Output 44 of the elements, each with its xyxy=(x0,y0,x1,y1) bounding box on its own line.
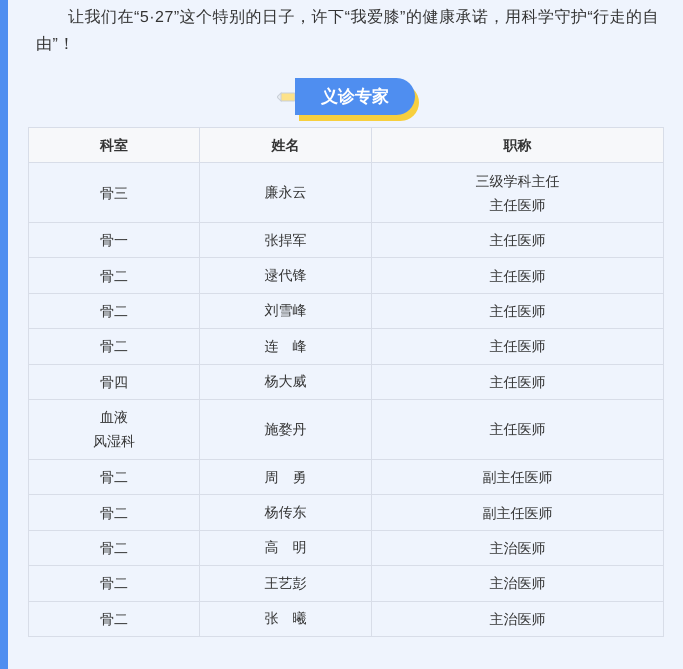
cell-text: 廉永云 xyxy=(264,184,306,200)
cell-text: 主治医师 xyxy=(490,574,546,592)
cell-text: 逯代锋 xyxy=(264,267,306,284)
cell-text: 骨一 xyxy=(100,231,128,250)
section-title: 义诊专家 xyxy=(295,78,415,115)
cell-text: 副主任医师 xyxy=(482,504,552,522)
cell-text: 连 峰 xyxy=(264,338,306,354)
cell-text: 主任医师 xyxy=(490,231,546,250)
cell-text: 主任医师 xyxy=(490,420,546,438)
cell-text: 风湿科 xyxy=(93,432,135,450)
cell-text: 刘雪峰 xyxy=(264,302,306,318)
pencil-icon xyxy=(277,90,297,104)
cell-text: 杨传东 xyxy=(264,504,306,520)
cell-text: 血液 xyxy=(100,408,128,426)
cell-text: 骨二 xyxy=(100,538,128,557)
cell-text: 骨二 xyxy=(100,302,128,320)
cell-text: 骨二 xyxy=(100,266,128,285)
cell-text: 主任医师 xyxy=(490,266,546,285)
cell-text: 骨二 xyxy=(100,610,128,628)
cell-text: 主任医师 xyxy=(490,302,546,320)
cell-text: 骨二 xyxy=(100,468,128,486)
cell-text: 骨二 xyxy=(100,574,128,592)
cell-text: 王艺彭 xyxy=(264,574,306,591)
cell-text: 骨二 xyxy=(100,504,128,522)
column-header: 姓名 xyxy=(200,128,372,162)
cell-text: 骨四 xyxy=(100,372,128,391)
cell-text: 主任医师 xyxy=(490,372,546,391)
cell-text: 周 勇 xyxy=(264,468,306,485)
cell-text: 骨二 xyxy=(100,337,128,356)
column-header: 职称 xyxy=(372,128,664,162)
cell-text: 施婺丹 xyxy=(264,420,306,437)
cell-text: 张 曦 xyxy=(264,610,306,626)
cell-text: 主治医师 xyxy=(490,610,546,628)
cell-text: 主治医师 xyxy=(490,538,546,557)
cell-text: 骨三 xyxy=(100,184,128,202)
cell-text: 主任医师 xyxy=(490,337,546,356)
column-header: 科室 xyxy=(28,128,200,162)
cell-text: 副主任医师 xyxy=(482,468,552,486)
cell-text: 杨大威 xyxy=(264,373,306,390)
cell-text: 张捍军 xyxy=(264,232,306,248)
intro-paragraph: 让我们在“5·27”这个特别的日子，许下“我爱膝”的健康承诺，用科学守护“行走的自由”！ xyxy=(35,8,660,55)
cell-text: 主任医师 xyxy=(490,196,546,214)
cell-text: 三级学科主任 xyxy=(476,172,560,190)
cell-text: 高 明 xyxy=(264,539,306,556)
